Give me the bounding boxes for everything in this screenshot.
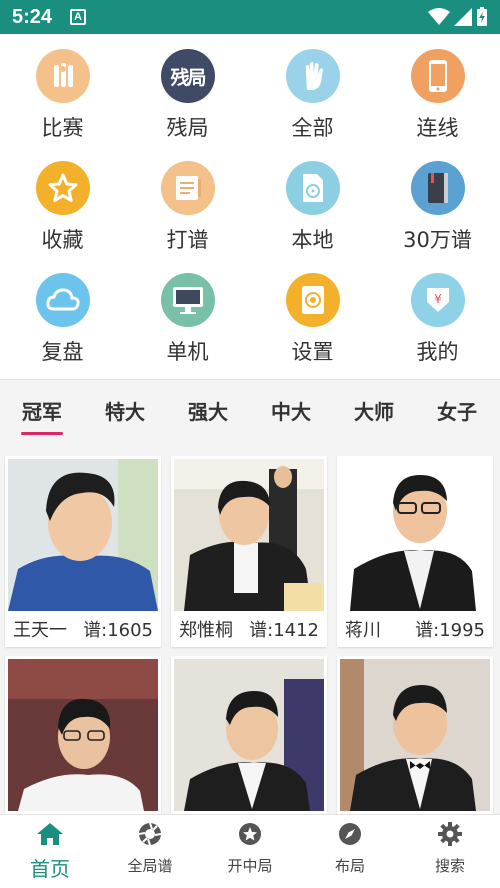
player-caption: 王天一 谱:1605 <box>5 611 161 647</box>
player-caption: 郑惟桐 谱:1412 <box>171 611 327 647</box>
star-icon <box>35 161 90 215</box>
grid-item-single-player[interactable]: 单机 <box>125 258 250 370</box>
grid-item-connect[interactable]: 连线 <box>375 34 500 146</box>
bottom-nav: 首页 全局谱 开中局 布局 搜索 <box>0 814 500 888</box>
wallet-icon: ¥ <box>410 273 465 327</box>
grid-item-local[interactable]: 本地 <box>250 146 375 258</box>
category-tabs: 冠军 特大 强大 中大 大师 女子 <box>0 384 500 446</box>
grid-item-review[interactable]: 复盘 <box>0 258 125 370</box>
player-photo <box>340 459 490 611</box>
active-tab-indicator <box>21 432 63 435</box>
endgame-icon: 残局 <box>160 49 215 103</box>
star-circle-icon <box>235 819 265 849</box>
grid-label: 全部 <box>291 116 334 140</box>
grid-item-record[interactable]: 打谱 <box>125 146 250 258</box>
cloud-icon <box>35 273 90 327</box>
grid-item-300k[interactable]: 30万谱 <box>375 146 500 258</box>
wifi-icon <box>428 8 450 25</box>
nav-label: 开中局 <box>227 857 273 875</box>
status-time: 5:24 <box>12 5 53 28</box>
nav-layout[interactable]: 布局 <box>300 819 400 876</box>
feature-grid: 比赛 残局 残局 全部 连线 收藏 打谱 本地 30万谱 复盘 单机 设置 ¥ … <box>0 34 500 380</box>
player-caption: 蒋川 谱:1995 <box>337 611 493 647</box>
gear-icon <box>435 819 465 849</box>
grid-item-endgame[interactable]: 残局 残局 <box>125 34 250 146</box>
phone-icon <box>410 49 465 103</box>
grid-label: 比赛 <box>41 116 84 140</box>
grid-label: 打谱 <box>166 228 209 252</box>
player-card[interactable] <box>5 656 161 814</box>
grid-label: 收藏 <box>41 228 84 252</box>
grid-label: 单机 <box>166 340 209 364</box>
player-card[interactable]: 王天一 谱:1605 <box>5 456 161 647</box>
endgame-icon-glyph: 残局 <box>170 66 206 89</box>
player-photo <box>8 659 158 811</box>
notification-icon: A <box>70 9 87 25</box>
grid-label: 残局 <box>166 116 209 140</box>
player-record-count: 谱:1412 <box>249 620 319 641</box>
trophy-icon <box>35 49 90 103</box>
grid-label: 30万谱 <box>403 228 472 252</box>
grid-item-competition[interactable]: 比赛 <box>0 34 125 146</box>
player-card[interactable]: 蒋川 谱:1995 <box>337 456 493 647</box>
aperture-icon <box>135 819 165 849</box>
status-bar: 5:24 A <box>0 0 500 34</box>
local-disk-icon <box>285 161 340 215</box>
nav-label: 首页 <box>30 857 70 881</box>
grid-item-favorites[interactable]: 收藏 <box>0 146 125 258</box>
grid-label: 本地 <box>291 228 334 252</box>
player-record-count: 谱:1605 <box>83 620 153 641</box>
grid-item-mine[interactable]: ¥ 我的 <box>375 258 500 370</box>
battery-icon <box>477 7 487 26</box>
home-icon <box>35 819 65 849</box>
notebook-icon <box>160 161 215 215</box>
player-card[interactable] <box>337 656 493 814</box>
player-photo <box>8 459 158 611</box>
monitor-icon <box>160 273 215 327</box>
grid-label: 设置 <box>291 340 334 364</box>
player-photo <box>174 459 324 611</box>
grid-label: 连线 <box>416 116 459 140</box>
player-card[interactable] <box>171 656 327 814</box>
grid-item-all[interactable]: 全部 <box>250 34 375 146</box>
book-icon <box>410 161 465 215</box>
tab-master[interactable]: 大师 <box>332 396 416 425</box>
nav-label: 搜索 <box>434 857 465 875</box>
compass-icon <box>335 819 365 849</box>
player-photo <box>174 659 324 811</box>
tab-champion[interactable]: 冠军 <box>0 396 84 425</box>
player-name: 郑惟桐 <box>179 620 233 641</box>
svg-text:¥: ¥ <box>434 292 442 306</box>
tab-middle-master[interactable]: 中大 <box>249 396 333 425</box>
tab-women[interactable]: 女子 <box>415 396 499 425</box>
nav-label: 全局谱 <box>127 857 173 875</box>
player-card[interactable]: 郑惟桐 谱:1412 <box>171 456 327 647</box>
grid-label: 我的 <box>416 340 459 364</box>
settings-icon <box>285 273 340 327</box>
player-name: 王天一 <box>13 620 67 641</box>
tab-special-master[interactable]: 特大 <box>83 396 167 425</box>
status-indicators <box>428 7 488 27</box>
nav-home[interactable]: 首页 <box>0 819 100 882</box>
hand-icon <box>285 49 340 103</box>
grid-item-settings[interactable]: 设置 <box>250 258 375 370</box>
grid-label: 复盘 <box>41 340 84 364</box>
nav-search[interactable]: 搜索 <box>400 819 500 876</box>
signal-icon <box>454 8 472 26</box>
nav-full-game[interactable]: 全局谱 <box>100 819 200 876</box>
player-record-count: 谱:1995 <box>415 620 485 641</box>
player-photo <box>340 659 490 811</box>
tab-strong-master[interactable]: 强大 <box>166 396 250 425</box>
nav-label: 布局 <box>334 857 365 875</box>
nav-opening-middle[interactable]: 开中局 <box>200 819 300 876</box>
player-cards: 王天一 谱:1605 郑惟桐 谱:1412 蒋川 谱:1995 <box>0 452 500 814</box>
player-name: 蒋川 <box>345 620 381 641</box>
